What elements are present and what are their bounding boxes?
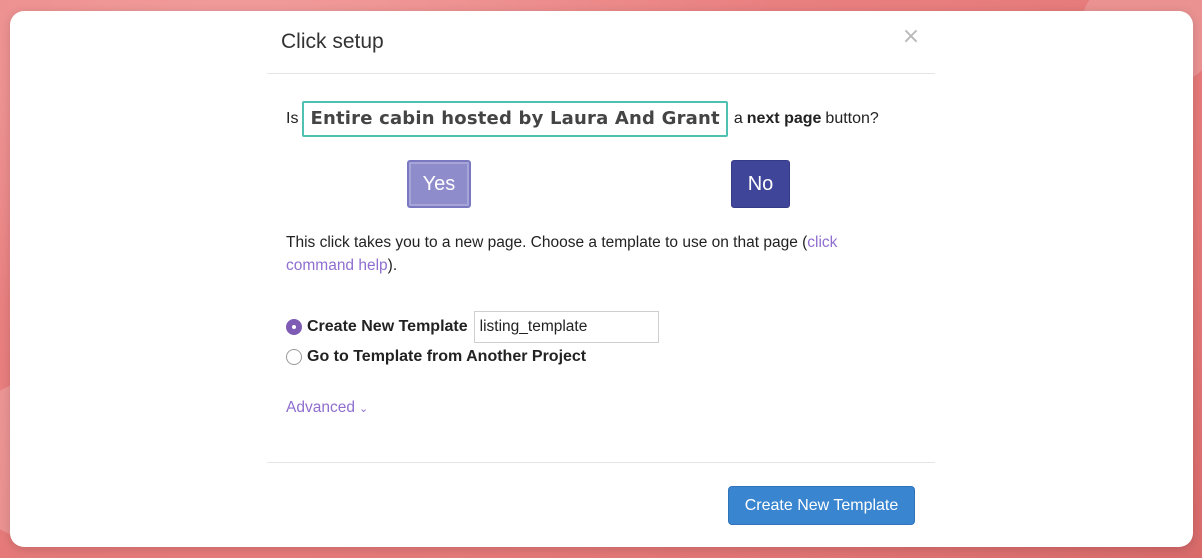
info-end: ).: [387, 257, 398, 274]
no-button[interactable]: No: [731, 160, 790, 208]
page-card: Click setup × Is Entire cabin hosted by …: [10, 11, 1193, 547]
option-create-new: Create New Template: [286, 311, 659, 343]
question-suffix: button?: [825, 110, 879, 127]
create-new-template-button[interactable]: Create New Template: [728, 486, 915, 525]
chevron-down-icon: ⌄: [358, 401, 369, 415]
modal-footer-divider: [267, 462, 935, 463]
question-bold: next page: [746, 110, 822, 127]
yes-button[interactable]: Yes: [407, 160, 471, 208]
another-project-label[interactable]: Go to Template from Another Project: [307, 348, 586, 366]
info-body: This click takes you to a new page. Choo…: [286, 234, 808, 251]
close-icon[interactable]: ×: [901, 25, 921, 49]
highlighted-element: Entire cabin hosted by Laura And Grant: [302, 101, 728, 137]
template-name-input[interactable]: [473, 311, 659, 343]
radio-unchecked-icon[interactable]: [286, 349, 302, 365]
next-page-question: Is Entire cabin hosted by Laura And Gran…: [286, 100, 879, 138]
create-new-label[interactable]: Create New Template: [307, 318, 468, 336]
modal-header: Click setup ×: [267, 11, 935, 74]
radio-checked-icon[interactable]: [286, 319, 302, 335]
question-prefix: Is: [286, 110, 299, 127]
option-another-project: Go to Template from Another Project: [286, 348, 586, 366]
click-setup-modal: Click setup × Is Entire cabin hosted by …: [267, 11, 935, 547]
advanced-toggle[interactable]: Advanced ⌄: [286, 399, 368, 417]
advanced-label: Advanced: [286, 399, 355, 416]
question-middle: a: [733, 110, 743, 127]
info-text: This click takes you to a new page. Choo…: [286, 231, 896, 277]
modal-title: Click setup: [281, 30, 384, 53]
